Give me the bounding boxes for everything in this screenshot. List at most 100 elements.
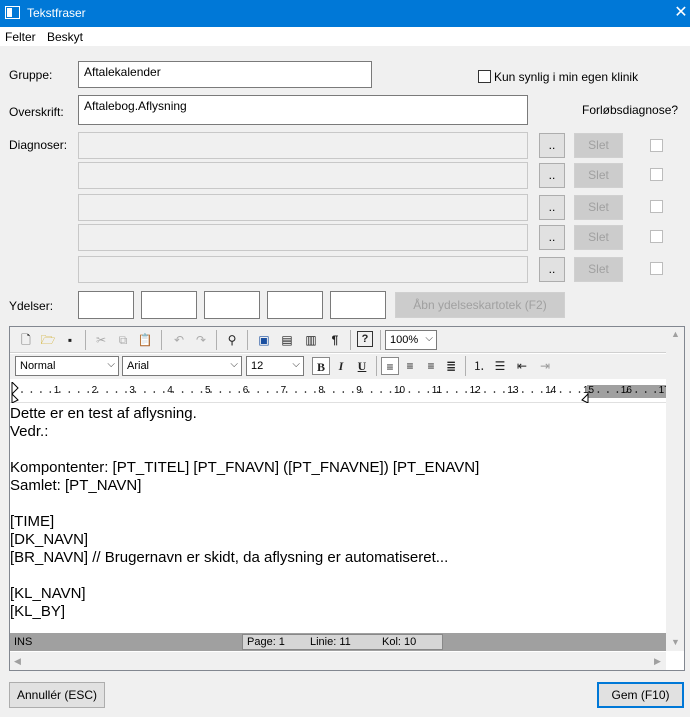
underline-button[interactable]: U [353, 357, 371, 375]
diagnose-field-4[interactable] [78, 224, 528, 251]
font-select[interactable]: Arial ⌵ [122, 356, 242, 376]
increase-indent-icon[interactable]: ⇥ [536, 357, 554, 375]
forlob-checkbox-5[interactable] [650, 262, 663, 275]
insert-field-icon[interactable]: ▣ [255, 331, 273, 349]
diagnose-field-5[interactable] [78, 256, 528, 283]
scroll-right-icon[interactable]: ▶ [654, 656, 661, 667]
diagnose-slet-button-1[interactable]: Slet [574, 133, 623, 158]
font-size-select[interactable]: 12 ⌵ [246, 356, 304, 376]
chevron-down-icon: ⌵ [292, 359, 300, 370]
italic-button[interactable]: I [332, 357, 350, 375]
menu-item-felter[interactable]: Felter [5, 30, 36, 44]
page-icon[interactable]: ▥ [302, 331, 320, 349]
ydelse-field-2[interactable] [141, 291, 197, 319]
ruler-number: 11 [431, 385, 443, 396]
bold-button[interactable]: B [312, 357, 330, 375]
ruler[interactable]: 1 2 3 4 5 6 7 8 9 10 11 12 13 14 15 16 17 [10, 382, 670, 403]
menu-item-beskyt[interactable]: Beskyt [47, 30, 83, 44]
horizontal-scrollbar[interactable]: ◀ ▶ [10, 652, 666, 670]
diagnose-field-3[interactable] [78, 194, 528, 221]
cut-icon[interactable]: ✂ [92, 331, 110, 349]
new-document-icon[interactable]: 🗋 [17, 331, 35, 349]
ruler-number: 16 [620, 385, 632, 396]
style-select[interactable]: Normal ⌵ [15, 356, 119, 376]
ruler-number: 6 [242, 385, 249, 396]
diagnose-slet-button-4[interactable]: Slet [574, 225, 623, 250]
save-button[interactable]: Gem (F10) [597, 682, 684, 708]
cancel-button[interactable]: Annullér (ESC) [9, 682, 105, 708]
ruler-ticks [11, 382, 656, 403]
title-bar: Tekstfraser ✕ [0, 0, 690, 27]
ydelse-field-4[interactable] [267, 291, 323, 319]
decrease-indent-icon[interactable]: ⇤ [513, 357, 531, 375]
zoom-value: 100% [390, 334, 419, 346]
window-title: Tekstfraser [27, 6, 86, 20]
save-icon[interactable]: ▪ [61, 331, 79, 349]
forlob-checkbox-2[interactable] [650, 168, 663, 181]
diagnose-browse-button-1[interactable]: .. [539, 133, 565, 158]
overskrift-field[interactable]: Aftalebog.Aflysning [78, 95, 528, 125]
page-setup-icon[interactable]: ▤ [278, 331, 296, 349]
font-value: Arial [127, 360, 150, 372]
scroll-down-icon[interactable]: ▼ [671, 637, 680, 647]
diagnose-browse-button-5[interactable]: .. [539, 257, 565, 282]
ruler-number: 15 [583, 385, 595, 396]
align-right-icon[interactable]: ≡ [422, 357, 440, 375]
undo-icon[interactable]: ↶ [170, 331, 188, 349]
forlob-checkbox-4[interactable] [650, 230, 663, 243]
diagnose-browse-button-2[interactable]: .. [539, 163, 565, 188]
toolbar-separator [161, 330, 162, 350]
diagnose-slet-button-2[interactable]: Slet [574, 163, 623, 188]
forlob-checkbox-1[interactable] [650, 139, 663, 152]
ruler-number: 2 [91, 385, 98, 396]
ydelse-field-1[interactable] [78, 291, 134, 319]
scroll-up-icon[interactable]: ▲ [671, 329, 680, 339]
status-mode: INS [14, 636, 33, 648]
left-indent-marker[interactable] [11, 382, 19, 396]
bullet-list-icon[interactable]: ☰ [491, 357, 509, 375]
diagnose-browse-button-4[interactable]: .. [539, 225, 565, 250]
diagnose-browse-button-3[interactable]: .. [539, 195, 565, 220]
document-content[interactable]: Dette er en test af aflysning. Vedr.: Kom… [10, 405, 666, 633]
diagnose-field-1[interactable] [78, 132, 528, 159]
ruler-number: 12 [469, 385, 481, 396]
abn-ydelseskartotek-button[interactable]: Åbn ydelseskartotek (F2) [395, 292, 565, 318]
vertical-scrollbar[interactable]: ▲ ▼ [666, 327, 684, 651]
diagnose-field-2[interactable] [78, 162, 528, 189]
diagnose-slet-button-3[interactable]: Slet [574, 195, 623, 220]
forlob-label: Forløbsdiagnose? [582, 103, 679, 117]
forlob-checkbox-3[interactable] [650, 200, 663, 213]
kun-synlig-checkbox[interactable] [478, 70, 491, 83]
help-icon[interactable]: ? [357, 331, 373, 347]
align-center-icon[interactable]: ≡ [401, 357, 419, 375]
open-folder-icon[interactable]: 🗁 [39, 331, 57, 349]
find-binoculars-icon[interactable]: ⚲ [223, 331, 241, 349]
document-line: Kompontenter: [PT_TITEL] [PT_FNAVN] ([PT… [10, 459, 480, 476]
ydelse-field-5[interactable] [330, 291, 386, 319]
overskrift-label: Overskrift: [9, 105, 64, 119]
show-formatting-icon[interactable]: ¶ [326, 331, 344, 349]
redo-icon[interactable]: ↷ [192, 331, 210, 349]
gruppe-field[interactable]: Aftalekalender [78, 61, 372, 88]
align-left-icon[interactable]: ≡ [381, 357, 399, 375]
numbered-list-icon[interactable]: ⒈ [470, 357, 488, 375]
status-column: Kol: 10 [382, 636, 417, 648]
ydelse-field-3[interactable] [204, 291, 260, 319]
toolbar-separator [465, 356, 466, 376]
scroll-left-icon[interactable]: ◀ [14, 656, 21, 667]
paste-icon[interactable]: 📋 [136, 331, 154, 349]
copy-icon[interactable]: ⧉ [114, 331, 132, 349]
toolbar-separator [380, 330, 381, 350]
diagnose-slet-button-5[interactable]: Slet [574, 257, 623, 282]
status-page: Page: 1 [247, 636, 285, 648]
first-line-indent-marker[interactable] [11, 392, 19, 403]
close-icon[interactable]: ✕ [672, 3, 690, 23]
toolbar-separator [350, 330, 351, 350]
align-justify-icon[interactable]: ≣ [442, 357, 460, 375]
toolbar-separator [85, 330, 86, 350]
chevron-down-icon: ⌵ [230, 359, 238, 370]
chevron-down-icon: ⌵ [107, 359, 115, 370]
gruppe-label: Gruppe: [9, 68, 53, 82]
zoom-select[interactable]: 100% ⌵ [385, 330, 437, 350]
